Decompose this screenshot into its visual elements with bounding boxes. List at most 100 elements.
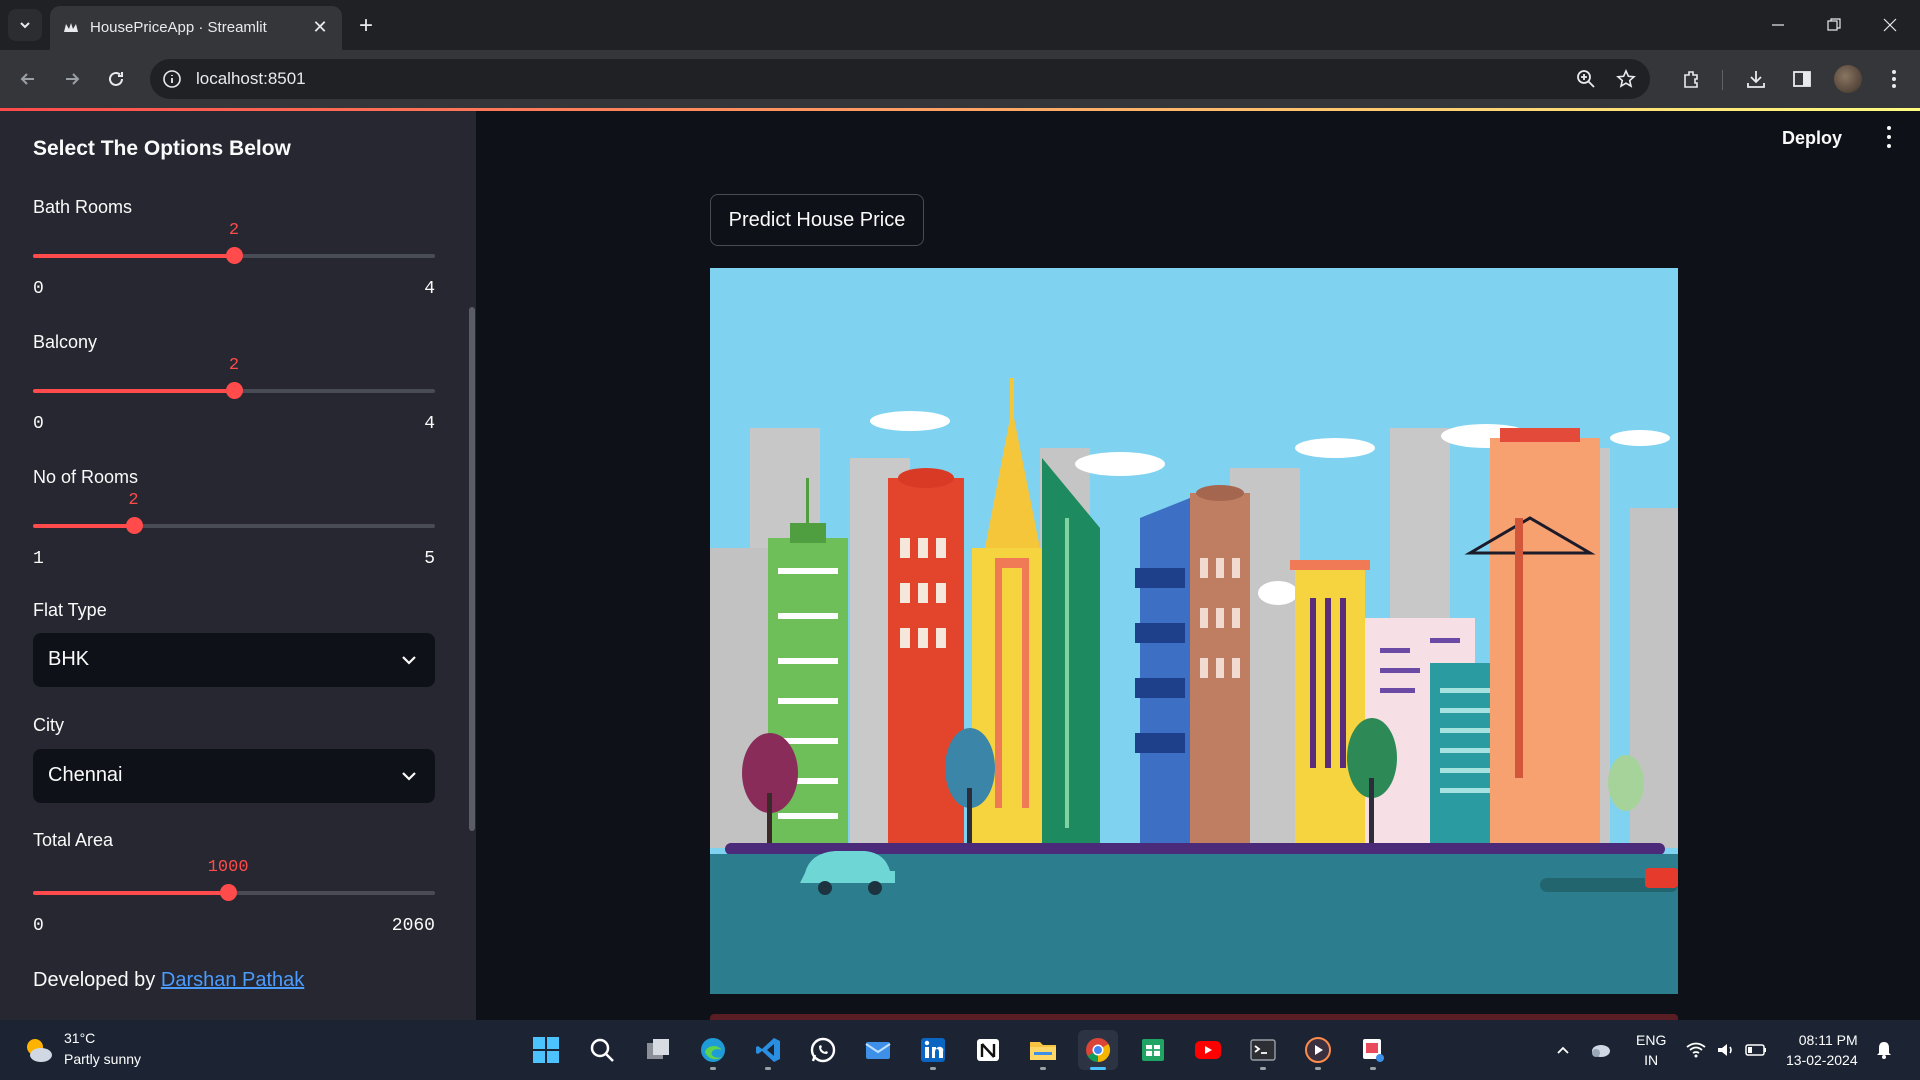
slider-min-label: 1 (33, 549, 44, 569)
new-tab-icon[interactable]: + (352, 12, 380, 40)
developed-by-label: Developed by (33, 969, 156, 991)
reload-icon[interactable] (100, 63, 132, 95)
predict-house-price-button[interactable]: Predict House Price (710, 194, 924, 246)
slider-fill (33, 254, 234, 258)
balcony-label: Balcony (33, 332, 98, 352)
browser-menu-icon[interactable] (1878, 63, 1910, 95)
close-window-icon[interactable] (1862, 0, 1918, 50)
site-info-icon[interactable] (162, 69, 182, 89)
address-bar[interactable]: localhost:8501 (150, 59, 1650, 99)
slider-max-label: 5 (424, 549, 435, 569)
close-tab-icon[interactable]: ✕ (308, 15, 332, 39)
input-language[interactable]: ENG IN (1636, 1030, 1666, 1070)
weather-temperature[interactable]: 31°C (64, 1030, 95, 1046)
search-icon[interactable] (582, 1030, 622, 1070)
developed-by-text: Developed by Darshan Pathak (33, 969, 304, 992)
show-hidden-icons-icon[interactable] (1551, 1038, 1575, 1062)
clock-date: 13-02-2024 (1786, 1052, 1858, 1068)
slider-min-label: 0 (33, 916, 44, 936)
slider-max-label: 4 (424, 414, 435, 434)
developer-link[interactable]: Darshan Pathak (161, 969, 304, 991)
chevron-down-icon (402, 772, 416, 781)
streamlit-app: Select The Options Below Bath Rooms 2 0 … (0, 108, 1920, 1020)
bath-rooms-label: Bath Rooms (33, 197, 133, 217)
slider-max-label: 2060 (391, 916, 435, 936)
url-text[interactable]: localhost:8501 (196, 69, 306, 89)
slider-value: 1000 (207, 858, 249, 877)
browser-tab-active[interactable]: HousePriceApp · Streamlit ✕ (50, 6, 342, 50)
rooms-slider[interactable]: 2 (33, 491, 435, 534)
weather-description[interactable]: Partly sunny (64, 1051, 141, 1067)
zoom-icon[interactable] (1574, 67, 1598, 91)
tab-title: HousePriceApp · Streamlit (90, 19, 267, 36)
city-select[interactable]: Chennai (33, 749, 435, 803)
side-panel-icon[interactable] (1786, 63, 1818, 95)
partly-sunny-icon[interactable] (22, 1034, 54, 1066)
terminal-icon[interactable] (1243, 1030, 1283, 1070)
minimize-icon[interactable] (1750, 0, 1806, 50)
task-view-icon[interactable] (638, 1030, 678, 1070)
region-code: IN (1644, 1052, 1659, 1068)
wifi-icon[interactable] (1684, 1038, 1708, 1062)
slider-fill (33, 389, 234, 393)
slider-thumb[interactable] (220, 884, 238, 901)
sidebar: Select The Options Below Bath Rooms 2 0 … (0, 111, 476, 1020)
balcony-slider[interactable]: 2 (33, 356, 435, 399)
slider-value: 2 (228, 221, 240, 240)
browser-toolbar: localhost:8501 (0, 50, 1920, 108)
slider-max-label: 4 (424, 279, 435, 299)
windows-start-icon[interactable] (526, 1030, 566, 1070)
download-icon[interactable] (1740, 63, 1772, 95)
snipping-tool-icon[interactable] (1353, 1030, 1393, 1070)
bookmark-star-icon[interactable] (1614, 67, 1638, 91)
slider-thumb[interactable] (125, 517, 143, 534)
flat-type-value: BHK (48, 648, 90, 670)
windows-taskbar: 31°C Partly sunny ENG IN 08:11 PM 13-02-… (0, 1020, 1920, 1080)
mail-icon[interactable] (858, 1030, 898, 1070)
youtube-icon[interactable] (1188, 1030, 1228, 1070)
whatsapp-icon[interactable] (803, 1030, 843, 1070)
tab-search-button[interactable] (8, 9, 42, 41)
system-clock[interactable]: 08:11 PM 13-02-2024 (1786, 1030, 1858, 1070)
city-label: City (33, 715, 64, 735)
toolbar-divider (1722, 70, 1723, 90)
slider-thumb[interactable] (226, 247, 243, 264)
bath-rooms-slider[interactable]: 2 (33, 221, 435, 264)
sheets-icon[interactable] (1133, 1030, 1173, 1070)
slider-min-label: 0 (33, 414, 44, 434)
streamlit-crown-icon (64, 23, 78, 32)
chevron-down-icon (20, 22, 30, 29)
total-area-slider[interactable]: 1000 (33, 858, 435, 901)
city-value: Chennai (48, 764, 123, 786)
chrome-icon[interactable] (1078, 1030, 1118, 1070)
slider-min-label: 0 (33, 279, 44, 299)
flat-type-select[interactable]: BHK (33, 633, 435, 687)
sidebar-scrollbar[interactable] (469, 307, 475, 831)
slider-fill (33, 891, 229, 895)
vscode-icon[interactable] (748, 1030, 788, 1070)
volume-icon[interactable] (1714, 1038, 1738, 1062)
media-player-icon[interactable] (1298, 1030, 1338, 1070)
forward-icon[interactable] (56, 63, 88, 95)
slider-fill (33, 524, 134, 528)
profile-avatar[interactable] (1834, 65, 1862, 93)
notification-bell-icon[interactable] (1872, 1038, 1896, 1062)
language-code: ENG (1636, 1032, 1667, 1048)
edge-icon[interactable] (693, 1030, 733, 1070)
file-explorer-icon[interactable] (1023, 1030, 1063, 1070)
total-area-label: Total Area (33, 830, 114, 850)
deploy-button[interactable]: Deploy (1782, 128, 1842, 149)
clock-time: 08:11 PM (1798, 1032, 1858, 1048)
slider-thumb[interactable] (226, 382, 243, 399)
back-icon[interactable] (12, 63, 44, 95)
battery-icon[interactable] (1744, 1038, 1768, 1062)
onedrive-icon[interactable] (1588, 1038, 1612, 1062)
notion-icon[interactable] (968, 1030, 1008, 1070)
app-menu-icon[interactable] (1880, 124, 1898, 150)
extensions-icon[interactable] (1676, 63, 1708, 95)
restore-icon[interactable] (1806, 0, 1862, 50)
browser-tab-strip: HousePriceApp · Streamlit ✕ + (0, 0, 1920, 50)
linkedin-icon[interactable] (913, 1030, 953, 1070)
flat-type-label: Flat Type (33, 600, 107, 620)
slider-value: 2 (128, 491, 139, 510)
